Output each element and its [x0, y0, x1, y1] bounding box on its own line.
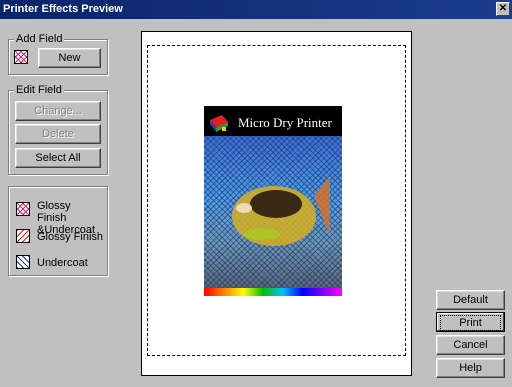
preview-image[interactable]: Micro Dry Printer	[204, 106, 342, 296]
glossy-finish-swatch-icon	[16, 229, 30, 243]
cancel-button[interactable]: Cancel	[436, 335, 505, 355]
new-button[interactable]: New	[38, 48, 101, 68]
help-button[interactable]: Help	[436, 358, 505, 378]
image-title: Micro Dry Printer	[238, 115, 332, 130]
preview-page: Micro Dry Printer	[141, 31, 412, 376]
printer-logo-icon	[210, 115, 228, 132]
undercoat-swatch-icon	[16, 255, 30, 269]
add-field-label: Add Field	[14, 33, 65, 45]
edit-field-label: Edit Field	[14, 84, 64, 96]
close-button[interactable]: ✕	[496, 2, 510, 16]
window-title: Printer Effects Preview	[3, 3, 123, 15]
legend-glossy-finish: Glossy Finish	[37, 231, 104, 243]
fish-icon	[232, 176, 330, 246]
print-button-label: Print	[440, 315, 501, 331]
add-field-group: Add Field New	[8, 33, 108, 75]
color-bar	[204, 288, 342, 296]
legend-undercoat: Undercoat	[37, 257, 88, 269]
crosshatch-swatch-icon	[14, 50, 28, 64]
glossy-undercoat-swatch-icon	[16, 202, 30, 216]
legend-group: Glossy Finish &Undercoat Glossy Finish U…	[8, 186, 108, 276]
change-button[interactable]: Change...	[15, 101, 101, 121]
default-button[interactable]: Default	[436, 290, 505, 310]
edit-field-group: Edit Field Change... Delete Select All	[8, 84, 108, 175]
print-button[interactable]: Print	[436, 312, 505, 332]
image-header: Micro Dry Printer	[204, 106, 342, 136]
delete-button[interactable]: Delete	[15, 124, 101, 144]
fish-photo	[204, 136, 342, 288]
select-all-button[interactable]: Select All	[15, 148, 101, 168]
title-bar: Printer Effects Preview ✕	[0, 0, 512, 19]
